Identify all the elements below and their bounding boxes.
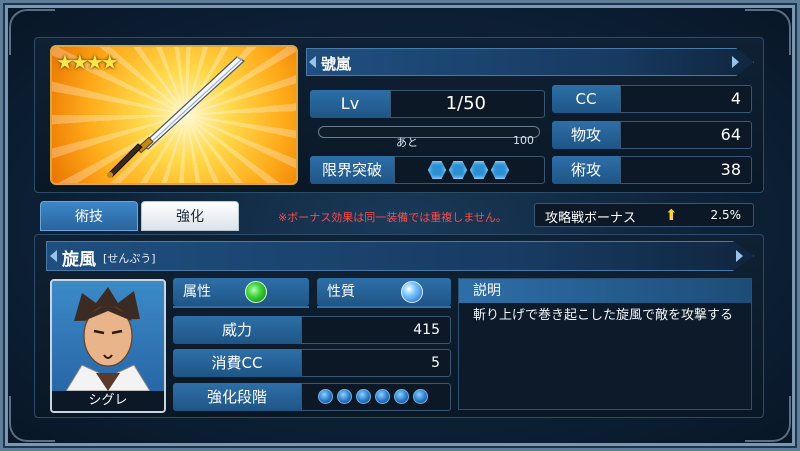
rarity-stars: ★★★★ [56, 50, 119, 74]
power-label: 威力 [173, 316, 301, 344]
skill-reading: [せんぷう] [103, 252, 156, 265]
cc-value: 4 [620, 85, 752, 113]
cc-cost-label: 消費CC [173, 349, 301, 377]
level-row: Lv 1/50 [310, 90, 545, 118]
chevron-right-icon [736, 250, 743, 262]
enhance-dot-icon [356, 389, 371, 404]
raid-bonus-box: 攻略戦ボーナス ⬆ 2.5% [534, 203, 754, 227]
enhance-dot-icon [318, 389, 333, 404]
limit-break-label: 限界突破 [310, 156, 394, 184]
raid-bonus-percent: 2.5% [710, 208, 742, 222]
skill-name: 旋風 [62, 250, 96, 270]
magic-attack-value: 38 [620, 156, 752, 184]
bonus-notice: ※ボーナス効果は同一装備では重複しません。 [278, 211, 507, 224]
chevron-left-icon [309, 56, 316, 68]
exp-progress-bar [318, 126, 540, 138]
cc-cost-row: 消費CC 5 [173, 349, 451, 377]
description-text: 斬り上げで巻き起こした旋風で敵を攻撃する [473, 308, 734, 323]
raid-bonus-label: 攻略戦ボーナス [545, 211, 637, 226]
limit-break-gem-icon [449, 161, 467, 179]
magic-attack-row: 術攻 38 [552, 156, 752, 184]
up-arrow-icon: ⬆ [665, 206, 678, 224]
enhance-dot-icon [337, 389, 352, 404]
enhance-dot-icon [413, 389, 428, 404]
exp-remaining-label: あと [396, 136, 418, 149]
phys-attack-row: 物攻 64 [552, 121, 752, 149]
chevron-left-icon [50, 250, 57, 262]
attribute-chip: 属性 [173, 278, 309, 308]
tab-enhance[interactable]: 強化 [141, 201, 239, 231]
phys-attack-label: 物攻 [552, 121, 620, 149]
character-portrait[interactable]: シグレ [50, 279, 166, 413]
description-box: 説明 斬り上げで巻き起こした旋風で敵を攻撃する [458, 278, 752, 410]
enhance-stage-label: 強化段階 [173, 383, 301, 411]
weapon-name-bar: 號嵐 [306, 48, 754, 76]
nature-label: 性質 [327, 284, 355, 300]
magic-attack-label: 術攻 [552, 156, 620, 184]
chevron-right-icon [732, 56, 739, 68]
enhance-dot-icon [375, 389, 390, 404]
tab-skill[interactable]: 術技 [40, 201, 138, 231]
limit-break-gem-icon [470, 161, 488, 179]
exp-remaining-value: 100 [513, 134, 534, 147]
character-face-icon [65, 287, 151, 392]
weapon-name: 號嵐 [321, 55, 352, 73]
weapon-card-image[interactable]: ★★★★ [50, 45, 298, 185]
enhance-stage-dots [318, 389, 428, 404]
level-label: Lv [310, 90, 390, 118]
cc-stat-row: CC 4 [552, 85, 752, 113]
power-row: 威力 415 [173, 316, 451, 344]
cc-label: CC [552, 85, 620, 113]
power-value: 415 [301, 316, 451, 344]
nature-chip: 性質 [317, 278, 451, 308]
limit-break-gem-icon [491, 161, 509, 179]
enhance-dot-icon [394, 389, 409, 404]
orb-nature-icon [401, 281, 423, 303]
phys-attack-value: 64 [620, 121, 752, 149]
wind-element-icon [245, 281, 267, 303]
level-value: 1/50 [390, 90, 545, 118]
description-header: 説明 [459, 279, 751, 303]
cc-cost-value: 5 [301, 349, 451, 377]
character-name: シグレ [52, 391, 164, 411]
limit-break-gems [428, 161, 509, 179]
attribute-label: 属性 [183, 284, 211, 300]
limit-break-gem-icon [428, 161, 446, 179]
